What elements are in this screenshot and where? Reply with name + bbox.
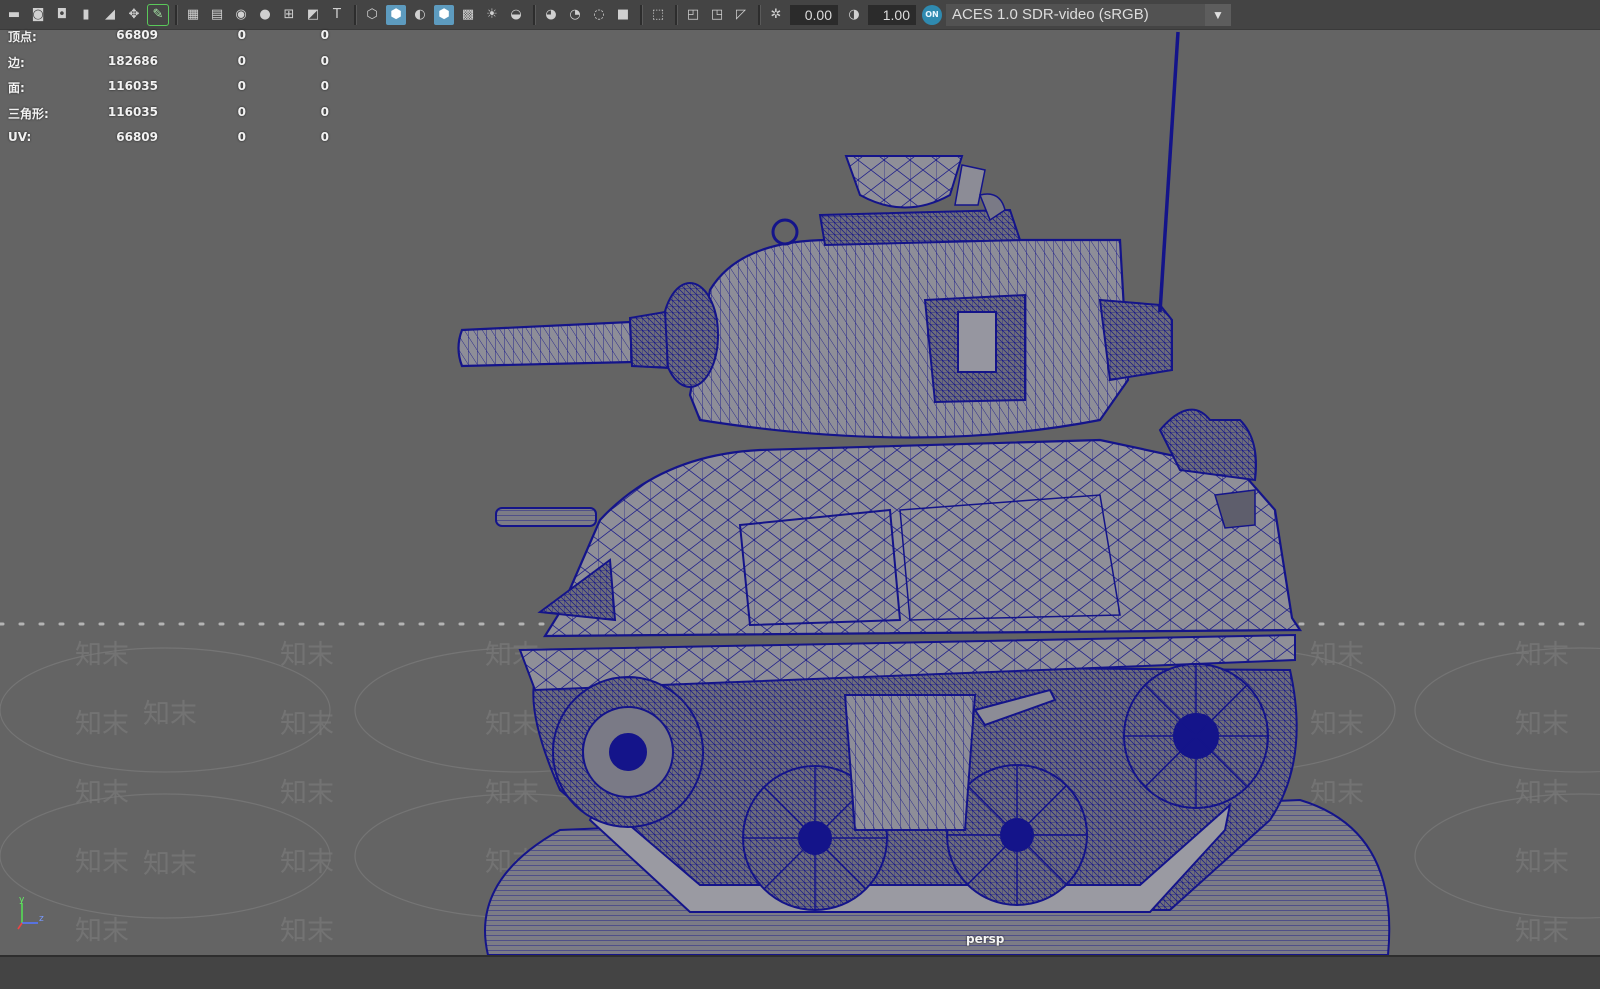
hud-value: 116035 <box>107 104 158 119</box>
watermark-text: 知末 <box>280 640 334 671</box>
hud-row-vertices: 顶点: 66809 0 0 <box>8 26 338 52</box>
hud-value-selected: 0 <box>237 130 246 144</box>
hud-value-tris: 0 <box>320 53 329 68</box>
hud-value-tris: 0 <box>320 104 329 119</box>
watermark-text: 知末 <box>75 916 129 947</box>
watermark-text: 知末 <box>1310 709 1364 740</box>
watermark-text: 知末 <box>1515 916 1569 947</box>
axis-y-label: y <box>19 895 25 905</box>
watermark-text: 知末 <box>1310 778 1364 809</box>
axis-z-label: z <box>39 914 44 924</box>
gun-barrel-mesh[interactable] <box>457 310 670 370</box>
axis-x-line <box>17 922 23 930</box>
hud-value: 116035 <box>107 79 158 93</box>
hud-row-edges: 边: 182686 0 0 <box>8 52 338 78</box>
hud-row-faces: 面: 116035 0 0 <box>8 77 338 103</box>
hud-label: 三角形: <box>8 106 49 121</box>
watermark-text: 知末 <box>1515 709 1569 740</box>
hud-value-selected: 0 <box>237 53 246 68</box>
watermark-text: 知末 <box>143 699 197 730</box>
watermark-text: 知末 <box>75 709 129 740</box>
watermark-text: 知末 <box>280 778 334 809</box>
watermark-text: 知末 <box>75 847 129 878</box>
hud-label: 面: <box>8 81 25 95</box>
hud-value-tris: 0 <box>320 28 329 42</box>
watermark-text: 知末 <box>75 778 129 809</box>
hud-label: UV: <box>8 130 32 144</box>
hull-mesh[interactable] <box>495 408 1303 638</box>
hud-value: 66809 <box>116 28 158 42</box>
bottom-panel-edge <box>0 955 1600 989</box>
watermark-text: 知末 <box>485 778 539 809</box>
watermark-text: 知末 <box>143 849 197 880</box>
watermark-text: 知末 <box>75 640 129 671</box>
hud-value: 66809 <box>116 130 158 144</box>
watermark-text: 知末 <box>1515 778 1569 809</box>
antenna-mesh[interactable] <box>1158 31 1180 313</box>
hud-row-triangles: 三角形: 116035 0 0 <box>8 103 338 129</box>
hud-value-tris: 0 <box>320 130 329 144</box>
turret-mesh[interactable] <box>661 155 1173 439</box>
watermark-text: 知末 <box>280 709 334 740</box>
view-axis-indicator: y z <box>17 895 44 930</box>
poly-count-hud: 顶点: 66809 0 0 边: 182686 0 0 面: 116035 0 … <box>8 26 338 154</box>
watermark-text: 知末 <box>1515 640 1569 671</box>
hud-value-selected: 0 <box>237 79 246 93</box>
watermark-text: 知末 <box>280 847 334 878</box>
hud-label: 边: <box>8 55 25 70</box>
hud-value: 182686 <box>107 53 158 68</box>
watermark-text: 知末 <box>1515 847 1569 878</box>
hud-value-tris: 0 <box>320 79 329 93</box>
watermark-text: 知末 <box>485 709 539 740</box>
watermark-text: 知末 <box>280 916 334 947</box>
hud-value-selected: 0 <box>237 104 246 119</box>
hud-row-uvs: UV: 66809 0 0 <box>8 128 338 154</box>
watermark-text: 知末 <box>1310 640 1364 671</box>
hud-value-selected: 0 <box>237 28 246 42</box>
camera-name-label: persp <box>966 932 1005 946</box>
hud-label: 顶点: <box>8 30 37 44</box>
